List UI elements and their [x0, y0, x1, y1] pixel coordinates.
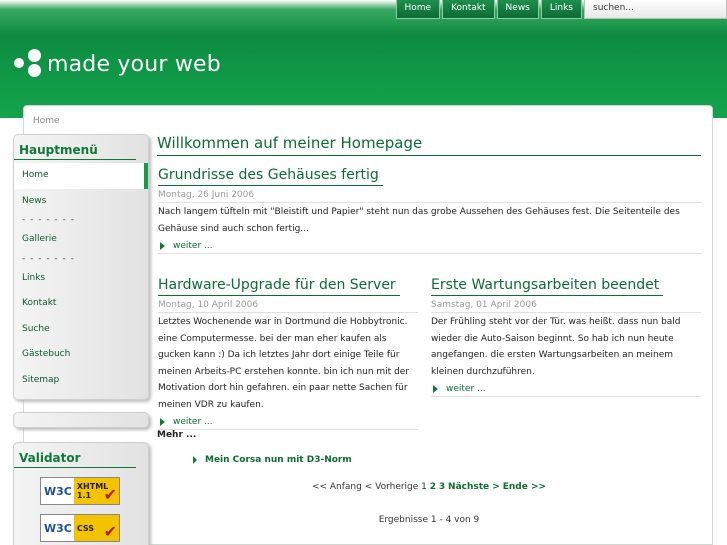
more-article-label: Mein Corsa nun mit D3-Norm	[205, 455, 352, 465]
main-menu-title: Hauptmenü	[14, 135, 136, 160]
logo-dots-icon	[14, 47, 46, 81]
article-date: Montag, 10 April 2006	[158, 300, 418, 313]
read-more-link[interactable]: weiter ...	[158, 241, 702, 254]
menu-item-news[interactable]: News	[14, 189, 148, 215]
article: Erste Wartungsarbeiten beendet Samstag, …	[431, 274, 701, 397]
page-title: Willkommen auf meiner Homepage	[157, 134, 701, 156]
article-date: Samstag, 01 April 2006	[431, 300, 701, 313]
badge-label: CSS	[76, 523, 95, 533]
article-title[interactable]: Erste Wartungsarbeiten beendet	[431, 277, 664, 296]
logo-text: made your web	[47, 51, 221, 77]
more-heading: Mehr ...	[157, 430, 197, 440]
menu-item-links[interactable]: Links	[14, 266, 148, 292]
read-more-label: weiter ...	[446, 384, 486, 394]
site-logo[interactable]: made your web	[14, 47, 221, 81]
pagination: << Anfang < Vorherige 1 2 3 Nächste > En…	[157, 482, 701, 492]
menu-item-home[interactable]: Home	[14, 163, 148, 189]
article-body: Nach langem tüfteln mit "Bleistift und P…	[158, 207, 680, 234]
topnav-kontakt[interactable]: Kontakt	[442, 0, 495, 19]
read-more-label: weiter ...	[173, 241, 213, 251]
article: Hardware-Upgrade für den Server Montag, …	[158, 274, 418, 430]
top-navigation: Home Kontakt News Links suchen...	[394, 0, 727, 19]
pager-page-2[interactable]: 2	[430, 482, 436, 492]
pager-next[interactable]: Nächste >	[448, 482, 500, 492]
topnav-home[interactable]: Home	[395, 0, 441, 19]
menu-item-sitemap[interactable]: Sitemap	[14, 368, 148, 394]
w3c-logo: W3C	[41, 521, 74, 535]
w3c-logo: W3C	[41, 484, 74, 498]
pager-page-3[interactable]: 3	[439, 482, 445, 492]
arrow-right-icon	[160, 418, 165, 426]
topnav-links[interactable]: Links	[540, 0, 582, 19]
read-more-link[interactable]: weiter ...	[158, 417, 418, 430]
results-count: Ergebnisse 1 - 4 von 9	[378, 515, 480, 525]
topnav-news[interactable]: News	[496, 0, 539, 19]
check-mark-icon: ✔	[103, 522, 117, 541]
validator-title: Validator	[14, 443, 136, 468]
pager-prefix: << Anfang < Vorherige 1	[311, 482, 427, 492]
main-menu: Home News - - - - - - - Gallerie - - - -…	[14, 163, 148, 393]
article-body: Der Frühling steht vor der Tür. was heiß…	[431, 317, 681, 377]
article-title[interactable]: Grundrisse des Gehäuses fertig	[158, 167, 383, 186]
main-menu-panel: Hauptmenü Home News - - - - - - - Galler…	[13, 134, 149, 400]
arrow-right-icon	[193, 456, 197, 464]
sidebar-spacer-panel	[13, 412, 149, 428]
article-date: Montag, 26 Juni 2006	[158, 190, 702, 203]
css-validator-badge[interactable]: W3C CSS ✔	[40, 514, 120, 542]
arrow-right-icon	[160, 242, 165, 250]
menu-separator: - - - - - - -	[22, 215, 75, 225]
xhtml-validator-badge[interactable]: W3C XHTML 1.1 ✔	[40, 477, 120, 505]
menu-separator: - - - - - - -	[22, 253, 75, 264]
check-mark-icon: ✔	[103, 485, 117, 504]
read-more-link[interactable]: weiter ...	[431, 384, 701, 397]
menu-item-gallerie[interactable]: Gallerie	[14, 227, 148, 253]
search-input[interactable]: suchen...	[584, 0, 727, 19]
menu-item-gaestebuch[interactable]: Gästebuch	[14, 342, 148, 368]
more-article-link[interactable]: Mein Corsa nun mit D3-Norm	[193, 455, 352, 465]
badge-version: 1.1	[76, 491, 92, 500]
read-more-label: weiter ...	[173, 417, 213, 427]
menu-item-kontakt[interactable]: Kontakt	[14, 291, 148, 317]
article-title[interactable]: Hardware-Upgrade für den Server	[158, 277, 400, 296]
arrow-right-icon	[433, 385, 438, 393]
breadcrumb[interactable]: Home	[33, 116, 60, 126]
menu-item-suche[interactable]: Suche	[14, 317, 148, 343]
pager-end[interactable]: Ende >>	[503, 482, 546, 492]
article: Grundrisse des Gehäuses fertig Montag, 2…	[158, 164, 702, 254]
article-body: Letztes Wochenende war in Dortmund die H…	[158, 317, 410, 410]
